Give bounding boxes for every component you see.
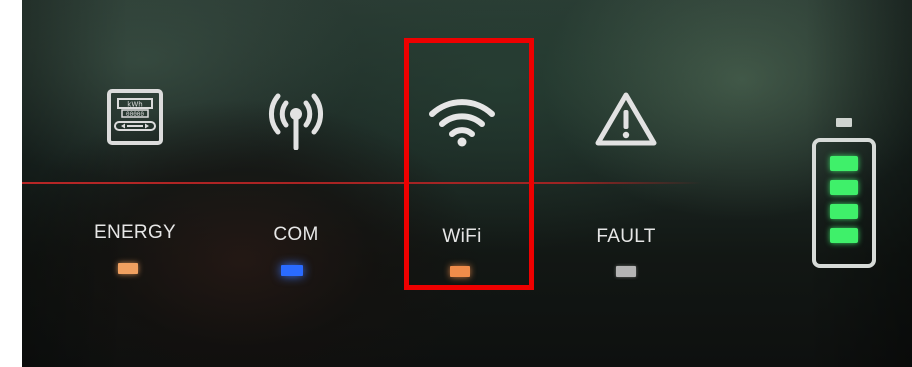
- fault-led: [616, 266, 636, 277]
- battery-body: [812, 138, 876, 268]
- meter-digits-text: 00000: [126, 111, 144, 118]
- battery-segment: [830, 156, 858, 171]
- battery-segment: [830, 204, 858, 219]
- energy-meter-icon: kWh 00000: [106, 88, 164, 146]
- meter-kwh-text: kWh: [127, 101, 142, 109]
- battery-icon: [812, 118, 876, 270]
- wifi-highlight-box: [404, 38, 534, 290]
- fault-label: FAULT: [596, 226, 656, 247]
- battery-segment: [830, 180, 858, 195]
- red-reflection-line: [22, 182, 702, 184]
- antenna-signal-icon: [264, 88, 328, 150]
- energy-label: ENERGY: [93, 222, 177, 243]
- com-led: [281, 265, 303, 276]
- battery-cap: [836, 118, 852, 127]
- warning-triangle-icon: [594, 90, 658, 148]
- screenshot: kWh 00000 ENERGY COM WiFi FAULT: [0, 0, 912, 367]
- com-label: COM: [273, 224, 319, 245]
- battery-segment: [830, 228, 858, 243]
- energy-led: [118, 263, 138, 274]
